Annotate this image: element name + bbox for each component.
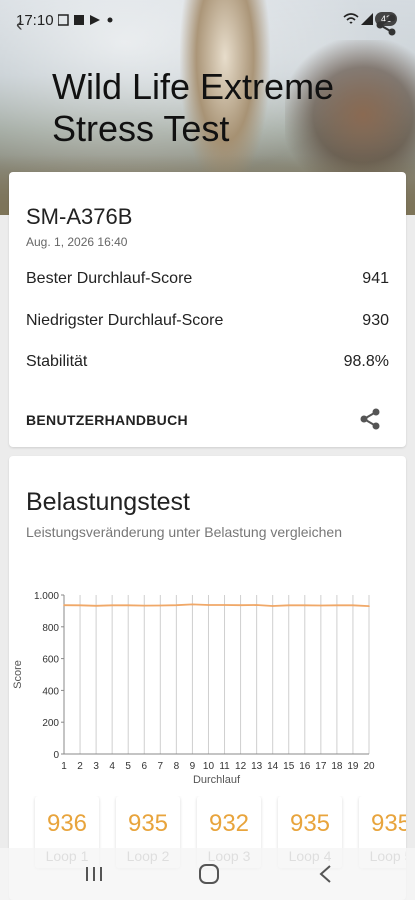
test-title-line1: Wild Life Extreme (52, 66, 335, 107)
score-point (159, 604, 162, 607)
best-score-label: Bester Durchlauf-Score (26, 270, 193, 287)
score-point (191, 603, 194, 606)
status-bar: 17:10 42 (0, 0, 415, 40)
x-axis-label: Durchlauf (193, 774, 241, 786)
x-tick-label: 7 (158, 761, 164, 772)
y-tick-label: 1.000 (34, 591, 59, 602)
score-point (207, 604, 210, 606)
back-arrow-icon[interactable]: ‹ (16, 14, 23, 37)
x-tick-label: 15 (283, 761, 295, 772)
score-point (143, 604, 146, 607)
y-tick-label: 200 (42, 718, 59, 729)
section-title: Belastungstest (26, 488, 190, 516)
section-subtitle: Leistungsveränderung unter Belastung ver… (26, 524, 342, 540)
best-score-value: 941 (362, 270, 389, 287)
x-tick-label: 18 (331, 761, 343, 772)
play-icon (90, 15, 100, 25)
x-tick-label: 8 (174, 761, 180, 772)
x-tick-label: 10 (203, 761, 215, 772)
x-tick-label: 13 (251, 761, 263, 772)
score-series-line (63, 603, 370, 608)
score-point (223, 604, 226, 606)
x-tick-label: 11 (219, 761, 230, 772)
test-date: Aug. 1, 2026 16:40 (26, 235, 128, 249)
lowest-score-value: 930 (362, 312, 389, 329)
loop-score-value: 936 (46, 810, 88, 837)
wifi-icon (343, 13, 359, 24)
share-top-icon[interactable] (375, 14, 397, 36)
x-tick-label: 17 (315, 761, 327, 772)
screenshot-icon (57, 14, 69, 26)
loop-score-value: 935 (370, 810, 406, 837)
x-tick-label: 9 (190, 761, 196, 772)
score-point (320, 604, 322, 607)
score-point (303, 604, 306, 607)
home-icon[interactable] (199, 864, 219, 884)
check-icon (74, 15, 84, 25)
x-tick-label: 20 (363, 761, 375, 772)
recent-apps-icon[interactable] (84, 866, 104, 882)
y-tick-label: 400 (42, 686, 59, 697)
loop-score-value: 935 (127, 810, 169, 837)
score-point (239, 604, 242, 606)
share-icon[interactable] (359, 408, 381, 430)
x-tick-label: 3 (93, 761, 99, 772)
score-chart: 02004006008001.0001 2 3 4 5 6 7 8 9 10 11 12 13 14 15 1… (12, 591, 375, 786)
summary-card: SM-A376B Aug. 1, 2026 16:40 Bester Durch… (9, 172, 406, 447)
test-title: Wild Life Extreme Stress Test (52, 66, 334, 150)
dot-icon (107, 17, 113, 23)
x-tick-label: 12 (235, 761, 247, 772)
x-tick-label: 16 (299, 761, 311, 772)
score-point (79, 604, 81, 607)
score-point (336, 604, 338, 607)
score-point (127, 604, 130, 607)
lowest-score-label: Niedrigster Durchlauf-Score (26, 312, 224, 329)
x-tick-label: 19 (347, 761, 359, 772)
x-tick-label: 1 (61, 761, 67, 772)
test-title-line2: Stress Test (52, 108, 230, 149)
user-manual-link[interactable]: BENUTZERHANDBUCH (26, 412, 188, 428)
score-point (271, 605, 274, 607)
score-point (175, 604, 178, 606)
score-point (111, 604, 113, 607)
score-point (255, 604, 258, 606)
y-axis-label: Score (12, 660, 24, 689)
back-icon[interactable] (316, 864, 336, 884)
navigation-bar (0, 848, 415, 900)
stress-test-card: Belastungstest Leistungsveränderung unte… (9, 456, 406, 900)
x-tick-label: 14 (267, 761, 279, 772)
connectivity-icons (343, 12, 375, 29)
x-tick-label: 2 (77, 761, 83, 772)
notification-icons (57, 14, 118, 29)
score-point (368, 605, 370, 607)
best-score-row: Bester Durchlauf-Score 941 (26, 270, 389, 292)
score-point (352, 604, 354, 607)
x-tick-label: 4 (109, 761, 115, 772)
signal-icon (361, 13, 373, 25)
loop-score-value: 935 (289, 810, 331, 837)
y-tick-label: 600 (42, 655, 59, 666)
x-tick-label: 5 (125, 761, 131, 772)
x-tick-label: 6 (141, 761, 147, 772)
stability-row: Stabilität 98.8% (26, 353, 389, 375)
stability-value: 98.8% (343, 353, 389, 370)
device-name: SM-A376B (26, 204, 133, 229)
score-point (95, 605, 97, 607)
y-tick-label: 800 (42, 623, 59, 634)
stability-label: Stabilität (26, 353, 88, 370)
y-tick-label: 0 (53, 750, 59, 761)
lowest-score-row: Niedrigster Durchlauf-Score 930 (26, 312, 389, 334)
score-point (63, 604, 65, 606)
score-point (287, 604, 290, 607)
loop-score-value: 932 (208, 810, 250, 837)
